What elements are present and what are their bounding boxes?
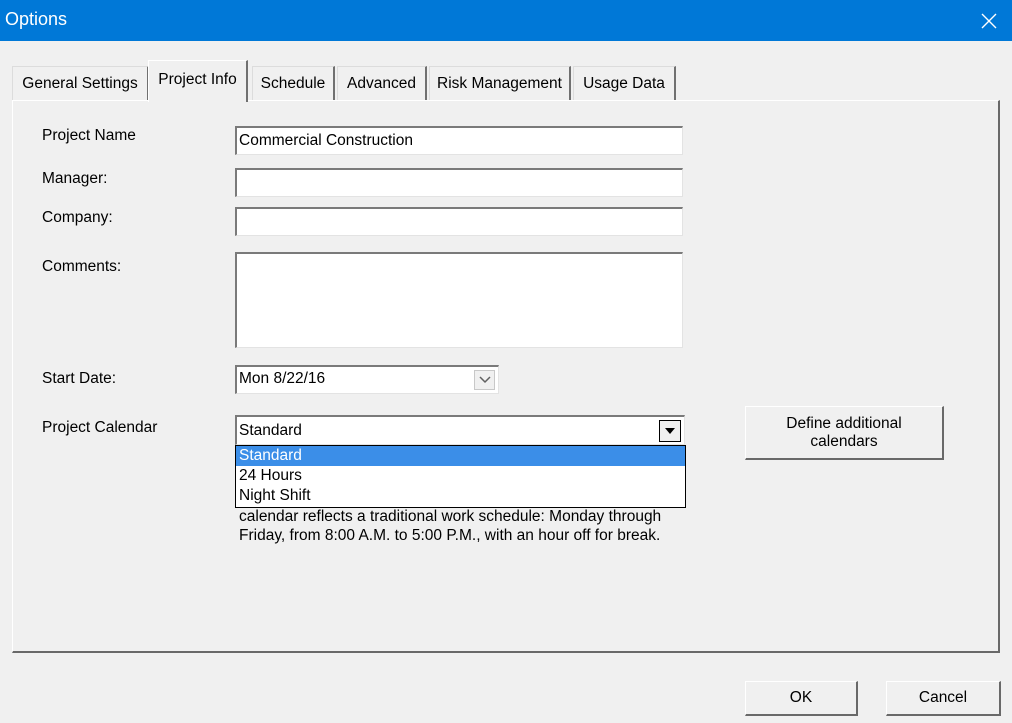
tab-usage-data[interactable]: Usage Data bbox=[573, 66, 676, 100]
close-icon bbox=[981, 13, 997, 28]
tab-general-settings[interactable]: General Settings bbox=[12, 66, 149, 100]
project-calendar-dropdown-button[interactable] bbox=[659, 420, 681, 442]
define-calendars-button[interactable]: Define additional calendars bbox=[745, 406, 944, 460]
comments-textarea[interactable] bbox=[235, 252, 683, 348]
calendar-option-24-hours[interactable]: 24 Hours bbox=[236, 466, 685, 486]
define-calendars-label: Define additional calendars bbox=[786, 414, 902, 450]
start-date-picker[interactable]: Mon 8/22/16 bbox=[235, 365, 499, 394]
comments-label: Comments: bbox=[42, 258, 122, 275]
start-date-value: Mon 8/22/16 bbox=[239, 370, 326, 387]
company-input[interactable] bbox=[235, 207, 683, 236]
calendar-dropdown-list: Standard 24 Hours Night Shift bbox=[235, 445, 686, 508]
start-date-label: Start Date: bbox=[42, 370, 117, 387]
start-date-dropdown-button[interactable] bbox=[474, 370, 495, 390]
project-calendar-value: Standard bbox=[239, 422, 302, 439]
cancel-button[interactable]: Cancel bbox=[886, 681, 1001, 716]
tab-advanced[interactable]: Advanced bbox=[337, 66, 427, 100]
calendar-option-night-shift[interactable]: Night Shift bbox=[236, 486, 685, 506]
calendar-option-standard[interactable]: Standard bbox=[236, 446, 685, 466]
tab-project-info[interactable]: Project Info bbox=[148, 60, 248, 102]
window-title: Options bbox=[5, 9, 68, 29]
company-label: Company: bbox=[42, 209, 113, 226]
tab-schedule[interactable]: Schedule bbox=[252, 66, 335, 100]
calendar-description: calendar reflects a traditional work sch… bbox=[239, 508, 662, 544]
project-name-label: Project Name bbox=[42, 127, 136, 144]
ok-button[interactable]: OK bbox=[745, 681, 858, 716]
project-calendar-label: Project Calendar bbox=[42, 419, 158, 436]
triangle-down-icon bbox=[665, 428, 675, 434]
chevron-down-icon bbox=[478, 376, 491, 384]
tab-risk-management[interactable]: Risk Management bbox=[429, 66, 571, 100]
close-button[interactable] bbox=[966, 0, 1012, 41]
project-calendar-select[interactable]: Standard bbox=[235, 415, 685, 445]
manager-label: Manager: bbox=[42, 170, 108, 187]
title-bar: Options bbox=[0, 0, 1012, 41]
manager-input[interactable] bbox=[235, 168, 683, 197]
project-name-input[interactable] bbox=[235, 126, 683, 155]
